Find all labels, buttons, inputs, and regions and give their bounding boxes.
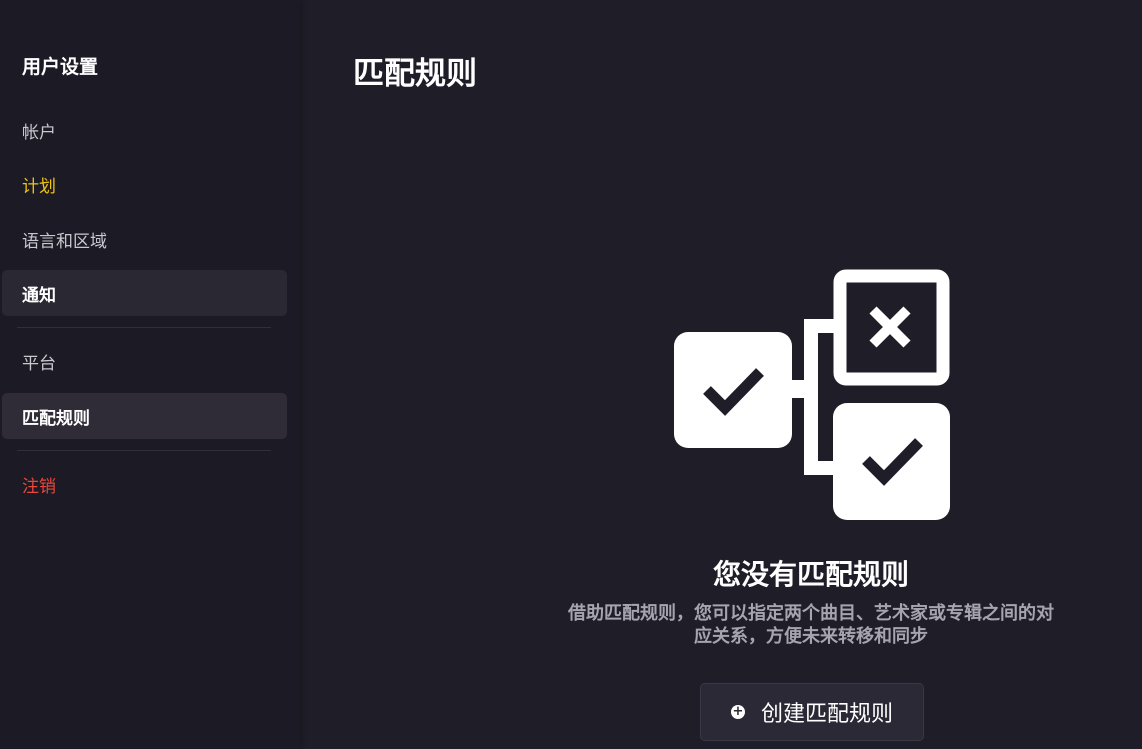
empty-state-description-line: 应关系，方便未来转移和同步 xyxy=(694,626,928,647)
sidebar-item-account[interactable]: 帐户 xyxy=(2,107,287,153)
sidebar-title: 用户设置 xyxy=(22,56,99,78)
sidebar-item-language-region[interactable]: 语言和区域 xyxy=(2,216,287,262)
sidebar-item-platforms[interactable]: 平台 xyxy=(2,338,287,384)
sidebar-divider xyxy=(17,450,271,451)
create-match-rule-label: 创建匹配规则 xyxy=(760,702,893,727)
create-match-rule-button[interactable]: + 创建匹配规则 xyxy=(700,683,924,741)
sidebar-item-match-rules[interactable]: 匹配规则 xyxy=(2,393,287,439)
empty-state-description-line: 借助匹配规则，您可以指定两个曲目、艺术家或专辑之间的对 xyxy=(568,603,1054,624)
sidebar-item-notifications[interactable]: 通知 xyxy=(2,270,287,316)
empty-state-description: 借助匹配规则，您可以指定两个曲目、艺术家或专辑之间的对 应关系，方便未来转移和同… xyxy=(540,602,1082,648)
sidebar-divider xyxy=(17,327,271,328)
empty-state-title: 您没有匹配规则 xyxy=(712,558,909,591)
sidebar-item-logout[interactable]: 注销 xyxy=(2,461,287,507)
plus-icon: + xyxy=(730,704,745,719)
sidebar: 用户设置 帐户 计划 语言和区域 通知 平台 匹配规则 注销 xyxy=(0,0,300,749)
page-title: 匹配规则 xyxy=(353,56,477,92)
sidebar-item-plan[interactable]: 计划 xyxy=(2,161,287,207)
match-rules-illustration-icon xyxy=(674,269,950,520)
